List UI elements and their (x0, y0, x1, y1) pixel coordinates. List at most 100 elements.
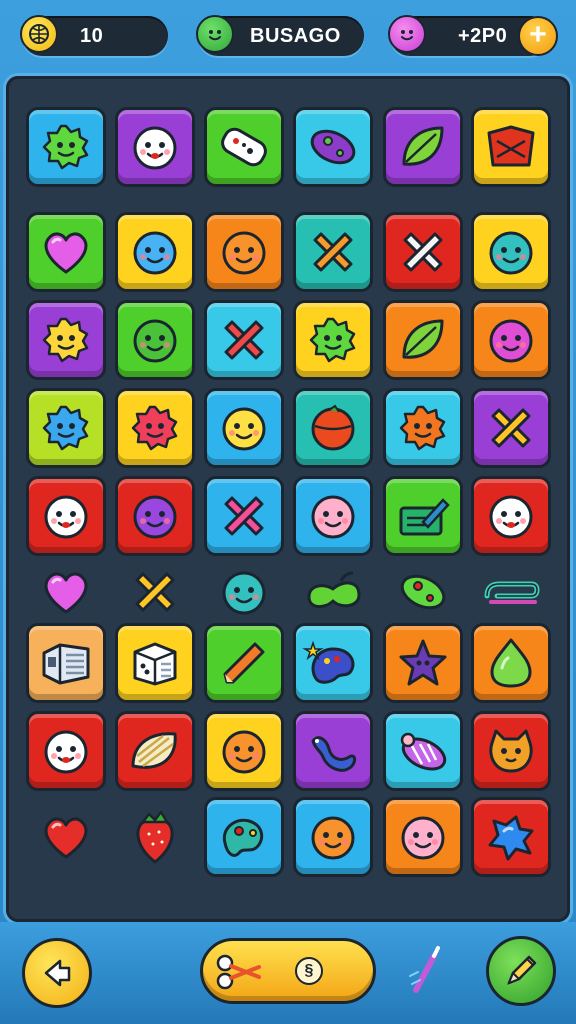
magenta-face-icon (486, 315, 536, 365)
tile-r2-c5[interactable] (383, 212, 463, 292)
candy-icon (394, 726, 452, 776)
tile-r2-c4[interactable] (293, 212, 373, 292)
teal-face-icon (486, 227, 536, 277)
tile-r1-c3[interactable] (204, 107, 284, 187)
purple-pod-icon (306, 125, 360, 169)
loose-piece-r6-c3[interactable] (204, 552, 284, 632)
tile-r2-c6[interactable] (471, 212, 551, 292)
orange-face-icon (219, 726, 269, 776)
loose-piece-r6-c6[interactable] (471, 552, 551, 632)
player-avatar-icon (196, 15, 234, 53)
loose-piece-r6-c5[interactable] (383, 552, 463, 632)
tile-r3-c5[interactable] (383, 300, 463, 380)
arrow-icon (44, 959, 71, 987)
orange-face-icon (308, 812, 358, 862)
scissors-icon (216, 954, 261, 990)
shell-icon (127, 726, 183, 776)
pencil-note-icon (395, 492, 451, 540)
globe-icon (20, 15, 58, 53)
tile-r1-c5[interactable] (383, 107, 463, 187)
tile-r7-c3[interactable] (204, 623, 284, 703)
strawberry-icon (129, 808, 181, 866)
tile-r4-c5[interactable] (383, 388, 463, 468)
tile-r9-c6[interactable] (471, 797, 551, 877)
tile-r8-c6[interactable] (471, 711, 551, 791)
tile-r2-c3[interactable] (204, 212, 284, 292)
back-button[interactable] (22, 938, 92, 1008)
tile-r3-c4[interactable] (293, 300, 373, 380)
blue-splat-icon (484, 811, 538, 863)
yellow-cross-icon (129, 566, 181, 618)
loose-piece-r6-c1[interactable] (26, 552, 106, 632)
tile-r4-c6[interactable] (471, 388, 551, 468)
white-cross-icon (397, 226, 449, 278)
tile-r2-c1[interactable] (26, 212, 106, 292)
tile-r1-c4[interactable] (293, 107, 373, 187)
tile-r7-c2[interactable] (115, 623, 195, 703)
green-bean-icon (301, 567, 365, 617)
tile-r3-c3[interactable] (204, 300, 284, 380)
dice-box-icon (127, 638, 183, 688)
tile-r8-c2[interactable] (115, 711, 195, 791)
tile-r1-c2[interactable] (115, 107, 195, 187)
tile-r9-c3[interactable] (204, 797, 284, 877)
blue-blob-icon (40, 402, 92, 454)
tile-r7-c1[interactable] (26, 623, 106, 703)
green-pod-icon (396, 570, 450, 614)
tile-r7-c5[interactable] (383, 623, 463, 703)
tile-r4-c3[interactable] (204, 388, 284, 468)
tile-r4-c2[interactable] (115, 388, 195, 468)
tile-r5-c5[interactable] (383, 476, 463, 556)
green-leaf-icon (396, 120, 450, 174)
tile-r5-c6[interactable] (471, 476, 551, 556)
player-name-plate: BUSAGO (196, 15, 364, 56)
tile-r3-c6[interactable] (471, 300, 551, 380)
yellow-sun-face-icon (40, 314, 92, 366)
tile-r3-c1[interactable] (26, 300, 106, 380)
level-value: 10 (80, 24, 104, 47)
tile-r5-c3[interactable] (204, 476, 284, 556)
tile-r5-c4[interactable] (293, 476, 373, 556)
level-counter: 10 (20, 15, 168, 56)
white-face-icon (486, 491, 536, 541)
booster-bar-button[interactable]: § (200, 938, 376, 1004)
orange-pencil-icon (217, 636, 271, 690)
blue-face-icon (130, 227, 180, 277)
tile-r9-c4[interactable] (293, 797, 373, 877)
add-currency-button[interactable]: + (518, 16, 558, 56)
coin-badge: § (295, 957, 323, 985)
green-face-icon (130, 315, 180, 365)
tile-r5-c1[interactable] (26, 476, 106, 556)
tile-r8-c4[interactable] (293, 711, 373, 791)
tile-r7-c4[interactable] (293, 623, 373, 703)
tile-r2-c2[interactable] (115, 212, 195, 292)
loose-piece-r9-c2[interactable] (115, 797, 195, 877)
pencil-button[interactable] (486, 936, 556, 1006)
green-drop-icon (486, 636, 536, 690)
red-blob-icon (129, 402, 181, 454)
loose-piece-r6-c2[interactable] (115, 552, 195, 632)
loose-piece-r9-c1[interactable] (26, 797, 106, 877)
tile-r8-c1[interactable] (26, 711, 106, 791)
tile-r3-c2[interactable] (115, 300, 195, 380)
wand-icon[interactable] (406, 946, 446, 996)
tile-r7-c6[interactable] (471, 623, 551, 703)
orange-spiky-icon (397, 402, 449, 454)
tile-r8-c5[interactable] (383, 711, 463, 791)
tile-r1-c6[interactable] (471, 107, 551, 187)
gamepad-icon (216, 125, 272, 169)
tile-r4-c4[interactable] (293, 388, 373, 468)
coin-badge-label: § (304, 962, 314, 979)
yellow-cross-icon (485, 402, 537, 454)
tile-r9-c5[interactable] (383, 797, 463, 877)
red-ball-icon (307, 402, 359, 454)
tile-r8-c3[interactable] (204, 711, 284, 791)
tile-r4-c1[interactable] (26, 388, 106, 468)
orange-face-icon (219, 227, 269, 277)
loose-piece-r6-c4[interactable] (293, 552, 373, 632)
teal-face-icon (219, 567, 269, 617)
yellow-face-icon (219, 403, 269, 453)
green-leaf-icon (396, 313, 450, 367)
tile-r1-c1[interactable] (26, 107, 106, 187)
tile-r5-c2[interactable] (115, 476, 195, 556)
